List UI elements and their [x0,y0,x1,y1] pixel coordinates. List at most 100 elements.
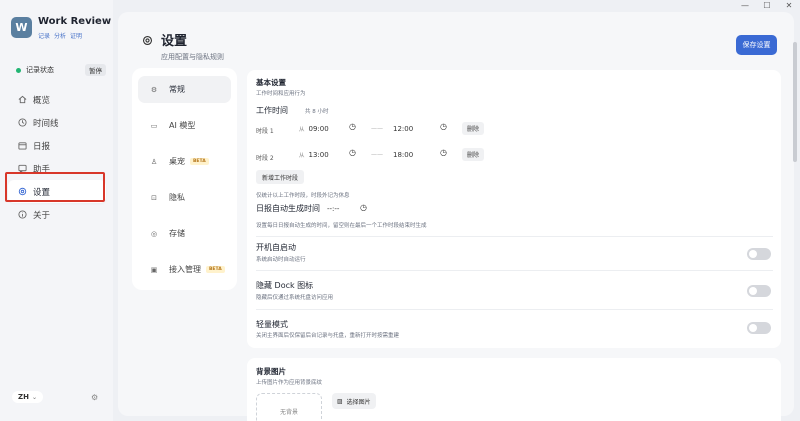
period-label: 时段 1 [256,128,274,135]
clock-icon[interactable]: ◷ [360,203,367,212]
sidebar-item-overview[interactable]: 概览 [8,88,106,111]
clock-icon[interactable]: ◷ [349,148,356,157]
clock-icon[interactable]: ◷ [349,122,356,131]
app-subtitle: 记录 分析 证明 [38,31,82,40]
save-settings-button[interactable]: 保存设置 [736,35,777,55]
gear-icon [139,32,155,48]
clock-icon [17,118,27,128]
plug-icon: ▣ [150,265,158,274]
lite-mode-toggle[interactable] [747,322,771,334]
sidebar: W Work Review 记录 分析 证明 记录状态 暂停 概览 时间线 日报 [0,0,113,421]
settings-tab-integrations[interactable]: ▣ 接入管理 BETA [138,256,231,283]
report-time-input[interactable]: --:-- [327,205,339,213]
sidebar-item-label: 关于 [33,210,51,221]
toggle-title: 轻量模式 [256,320,288,329]
range-separator: —— [371,151,383,158]
delete-period-button[interactable]: 删除 [462,148,484,161]
page-header: 设置 应用配置与隐私规则 保存设置 [131,20,781,65]
main-panel: 设置 应用配置与隐私规则 保存设置 ⚙ 常规 ▭ AI 模型 ♙ 桌宠 BETA… [118,12,794,421]
pause-button[interactable]: 暂停 [85,64,106,76]
settings-category-menu: ⚙ 常规 ▭ AI 模型 ♙ 桌宠 BETA ⊡ 隐私 ◎ 存储 ▣ 接入管理 … [132,68,237,290]
choose-image-button[interactable]: ▨ 选择图片 [332,393,376,409]
tab-label: 桌宠 [169,157,185,166]
background-preview[interactable]: 无背景 [256,393,322,421]
report-note: 设置每日日报自动生成的时间，留空则在最后一个工作时段结束时生成 [256,223,427,229]
period-start-input[interactable]: 从 09:00 [299,122,329,136]
autostart-toggle[interactable] [747,248,771,260]
scrollbar[interactable] [793,12,797,416]
settings-tab-general[interactable]: ⚙ 常规 [138,76,231,103]
toggle-desc: 隐藏后仅通过系统托盘访问应用 [256,295,334,301]
sidebar-item-about[interactable]: 关于 [8,203,106,226]
app-sub-link: 证明 [70,33,83,40]
period-label: 时段 2 [256,155,274,162]
section-desc: 工作时间和应用行为 [256,91,306,97]
period-start-input[interactable]: 从 13:00 [299,148,329,162]
beta-badge: BETA [206,266,225,273]
app-title: Work Review [38,16,112,27]
sidebar-item-timeline[interactable]: 时间线 [8,111,106,134]
toggle-title: 隐藏 Dock 图标 [256,281,314,290]
period-end-input[interactable]: 18:00 [393,148,413,162]
from-prefix: 从 [299,127,305,133]
maximize-button[interactable]: ☐ [756,0,778,12]
status-dot-icon [16,67,21,73]
theme-settings-icon[interactable]: ⚙ [91,393,98,402]
sidebar-item-label: 时间线 [33,118,59,129]
no-background-label: 无背景 [279,408,298,416]
divider [256,309,773,310]
language-select[interactable]: ZH ⌄ [12,391,43,403]
settings-tab-privacy[interactable]: ⊡ 隐私 [138,184,231,211]
start-time: 13:00 [308,151,329,159]
status-label: 记录状态 [26,66,54,74]
clock-icon[interactable]: ◷ [440,122,447,131]
settings-highlight-box [5,172,105,202]
clock-icon[interactable]: ◷ [440,148,447,157]
period-end-input[interactable]: 12:00 [393,122,413,136]
page-title: 设置 [161,34,188,49]
report-time-label: 日报自动生成时间 [256,204,320,213]
tab-label: 常规 [169,85,185,94]
minimize-button[interactable]: — [734,0,756,12]
delete-period-button[interactable]: 删除 [462,122,484,135]
sidebar-item-daily-report[interactable]: 日报 [8,134,106,157]
add-period-button[interactable]: 新增工作时段 [256,170,305,184]
tab-label: AI 模型 [169,121,196,130]
sidebar-nav: 概览 时间线 日报 助手 设置 关于 [8,88,106,226]
settings-tab-desktop-pet[interactable]: ♙ 桌宠 BETA [138,148,231,175]
image-icon: ▨ [337,397,343,405]
gear-icon: ⚙ [150,85,158,94]
toggle-title: 开机自启动 [256,243,296,252]
lock-icon: ⊡ [151,193,157,202]
work-time-label: 工作时间 [256,106,288,115]
toggle-desc: 系统启动时自动运行 [256,257,306,263]
section-title: 基本设置 [256,78,286,87]
end-time: 18:00 [393,151,414,159]
page-subtitle: 应用配置与隐私规则 [161,53,224,61]
database-icon: ◎ [150,229,158,238]
settings-tab-storage[interactable]: ◎ 存储 [138,220,231,247]
divider [256,236,773,237]
period-note: 仅统计以上工作时段，时段外记为休息 [256,193,350,199]
scrollbar-thumb[interactable] [793,42,797,162]
tab-label: 存储 [169,229,185,238]
basic-settings-card: 基本设置 工作时间和应用行为 工作时间 共 8 小时 时段 1 从 09:00 … [247,70,781,348]
pet-icon: ♙ [150,157,158,166]
background-image-card: 背景图片 上传图片作为应用背景底纹 无背景 ▨ 选择图片 [247,358,781,421]
chevron-down-icon: ⌄ [31,393,37,401]
divider [256,270,773,271]
range-separator: —— [371,125,383,132]
settings-tab-ai-model[interactable]: ▭ AI 模型 [138,112,231,139]
hide-dock-toggle[interactable] [747,285,771,297]
monitor-icon: ▭ [150,121,158,130]
section-desc: 上传图片作为应用背景底纹 [256,380,323,386]
sidebar-item-label: 日报 [33,141,51,152]
work-time-total: 共 8 小时 [305,109,329,115]
info-icon [17,210,27,220]
home-icon [17,95,27,105]
app-logo-icon: W [11,17,32,38]
window-controls: — ☐ ✕ [734,0,800,12]
close-button[interactable]: ✕ [778,0,800,12]
beta-badge: BETA [190,158,209,165]
settings-content: 基本设置 工作时间和应用行为 工作时间 共 8 小时 时段 1 从 09:00 … [247,70,781,421]
